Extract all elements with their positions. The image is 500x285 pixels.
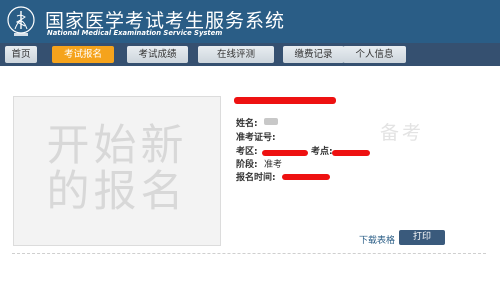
site-label: 考点: <box>311 147 333 157</box>
divider <box>12 253 486 254</box>
download-form-link[interactable]: 下载表格 <box>359 233 395 246</box>
new-registration-line-2: 的报名 <box>46 167 188 217</box>
redacted-time <box>282 174 330 180</box>
redacted-site <box>332 150 370 156</box>
medical-logo-icon <box>7 6 35 36</box>
nav-personal-info[interactable]: 个人信息 <box>343 46 406 63</box>
nav-online-assessment[interactable]: 在线评测 <box>198 46 274 63</box>
nav-home[interactable]: 首页 <box>5 46 37 63</box>
print-button[interactable]: 打印 <box>399 230 445 245</box>
redacted-exam-title <box>234 97 336 104</box>
nav-exam-registration[interactable]: 考试报名 <box>52 46 114 63</box>
app-header: 国家医学考试考生服务系统 National Medical Examinatio… <box>0 0 500 43</box>
watermark: 备考 <box>380 122 425 144</box>
nav-payment-records[interactable]: 缴费记录 <box>283 46 344 63</box>
stage-label: 阶段: <box>236 160 258 170</box>
name-label: 姓名: <box>236 119 258 129</box>
new-registration-line-1: 开始新 <box>46 121 188 171</box>
stage-value: 准考 <box>264 160 283 170</box>
time-label: 报名时间: <box>236 173 276 183</box>
district-label: 考区: <box>236 147 258 157</box>
new-registration-tile[interactable]: 开始新 的报名 <box>13 96 221 246</box>
main-nav: 首页 考试报名 考试成绩 在线评测 缴费记录 个人信息 <box>0 43 500 66</box>
nav-exam-scores[interactable]: 考试成绩 <box>127 46 188 63</box>
redacted-district <box>262 150 308 156</box>
new-registration-text: 开始新 的报名 <box>14 123 220 215</box>
app-title-en: National Medical Examination Service Sys… <box>47 29 223 37</box>
ticket-label: 准考证号: <box>236 133 276 143</box>
blurred-name-value <box>264 118 278 125</box>
